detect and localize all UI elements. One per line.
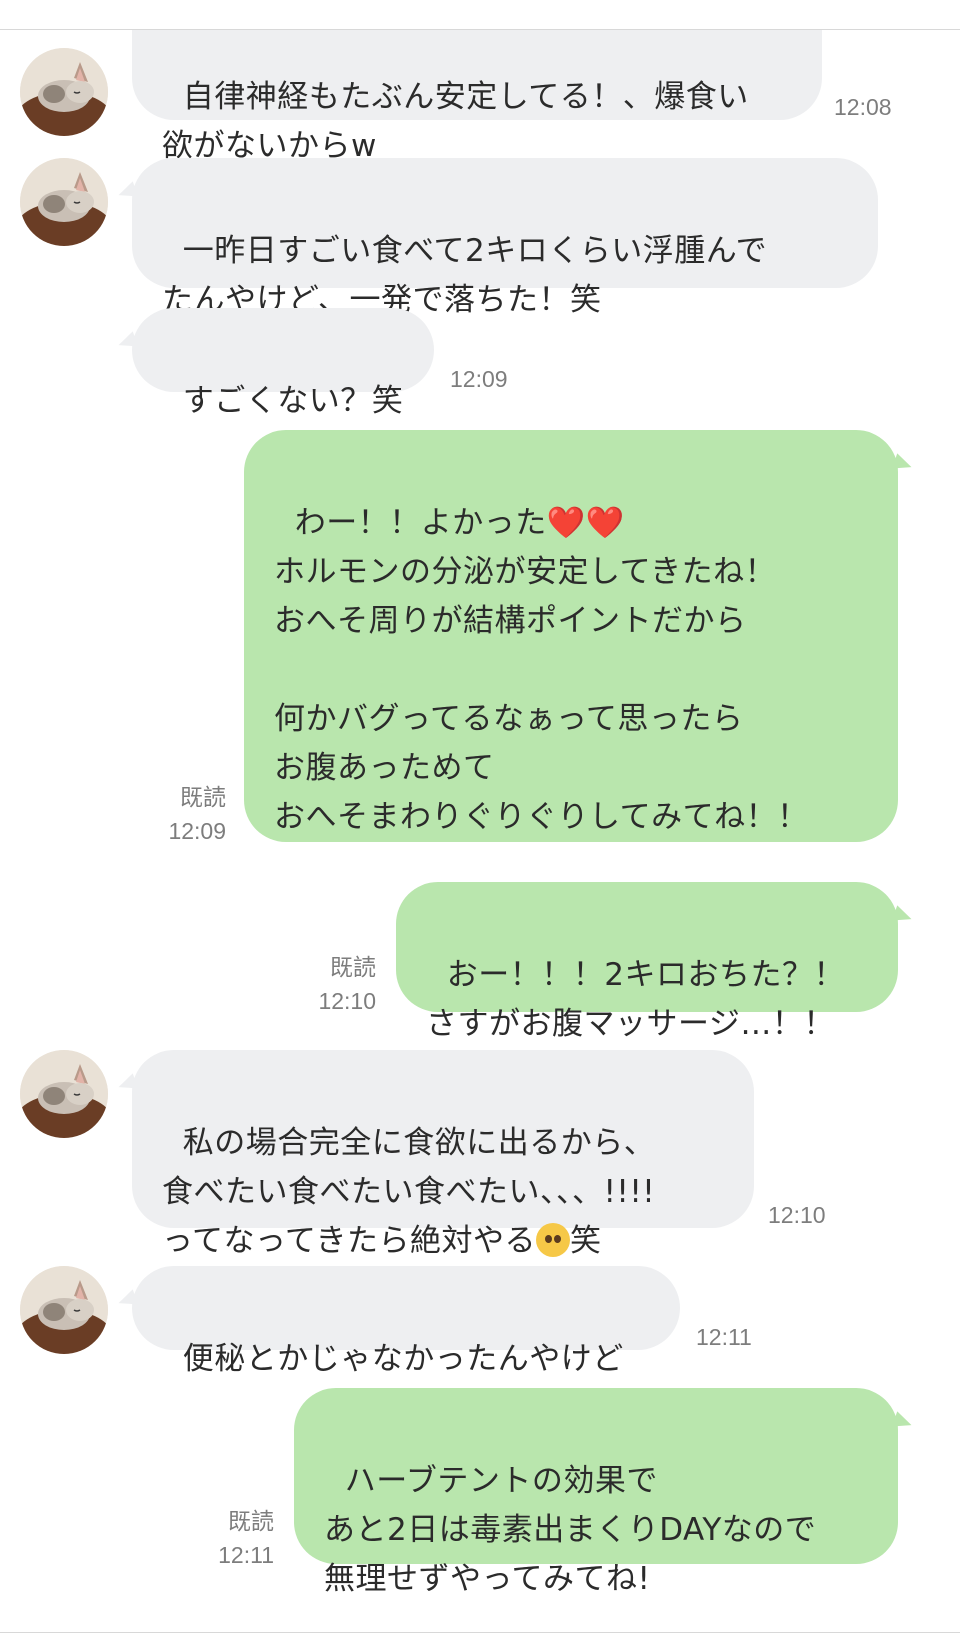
message-bubble-outgoing[interactable]: おー！！！2キロおちた？！ さすがお腹マッサージ…！！ xyxy=(396,882,898,1042)
contact-avatar[interactable] xyxy=(20,158,108,246)
message-text: おー！！！2キロおちた？！ さすがお腹マッサージ…！！ xyxy=(426,957,845,1042)
read-receipt: 既読 12:11 xyxy=(198,1504,274,1572)
message-text: 自律神経もたぶん安定してる！、爆食い 欲がないからw xyxy=(162,79,749,164)
cat-avatar-icon xyxy=(20,48,108,136)
message-time: 12:08 xyxy=(834,94,892,120)
message-text-line: わー！！よかった xyxy=(294,505,547,541)
cat-avatar-icon xyxy=(20,1266,108,1354)
message-bubble-outgoing[interactable]: ハーブテントの効果で あと2日は毒素出まくりDAYなので 無理せずやってみてね! xyxy=(294,1388,898,1597)
message-text-suffix: 笑 xyxy=(569,1223,602,1259)
read-label: 既読 xyxy=(330,954,376,980)
read-receipt: 既読 12:09 xyxy=(150,780,226,848)
message-bubble-incoming[interactable]: 便秘とかじゃなかったんやけど xyxy=(132,1266,680,1377)
read-receipt: 既読 12:10 xyxy=(300,950,376,1018)
contact-avatar[interactable] xyxy=(20,1266,108,1354)
message-time: 12:10 xyxy=(768,1202,826,1228)
cat-avatar-icon xyxy=(20,1050,108,1138)
message-time: 12:09 xyxy=(168,818,226,844)
message-time: 12:09 xyxy=(450,366,508,392)
message-text: ハーブテントの効果で あと2日は毒素出まくりDAYなので 無理せずやってみてね! xyxy=(324,1463,817,1597)
message-time: 12:11 xyxy=(696,1324,752,1350)
contact-avatar[interactable] xyxy=(20,48,108,136)
message-bubble-incoming[interactable]: 私の場合完全に食欲に出るから、 食べたい食べたい食べたい、、、!!!! ってなっ… xyxy=(132,1050,754,1259)
message-time: 12:11 xyxy=(218,1542,274,1568)
cat-avatar-icon xyxy=(20,158,108,246)
message-bubble-incoming[interactable]: すごくない？笑 xyxy=(132,308,434,419)
bottom-bar xyxy=(0,1632,960,1644)
message-bubble-outgoing[interactable]: わー！！よかった❤️❤️ ホルモンの分泌が安定してきたね！ おへそ周りが結構ポイ… xyxy=(244,430,898,842)
message-text: すごくない？笑 xyxy=(182,383,404,419)
header-strip xyxy=(0,0,960,30)
read-label: 既読 xyxy=(228,1508,274,1534)
pleading-face-emoji-icon xyxy=(535,1223,570,1257)
message-text: 一昨日すごい食べて2キロくらい浮腫んで たんやけど、一発で落ちた！笑 xyxy=(162,233,768,318)
contact-avatar[interactable] xyxy=(20,1050,108,1138)
message-text: ホルモンの分泌が安定してきたね！ おへそ周りが結構ポイントだから 何かバグってる… xyxy=(274,554,809,835)
read-label: 既読 xyxy=(180,784,226,810)
heart-emoji-icon: ❤️❤️ xyxy=(546,505,625,541)
message-time: 12:10 xyxy=(318,988,376,1014)
message-bubble-incoming[interactable]: 一昨日すごい食べて2キロくらい浮腫んで たんやけど、一発で落ちた！笑 xyxy=(132,158,878,318)
message-text: 便秘とかじゃなかったんやけど xyxy=(182,1341,624,1377)
